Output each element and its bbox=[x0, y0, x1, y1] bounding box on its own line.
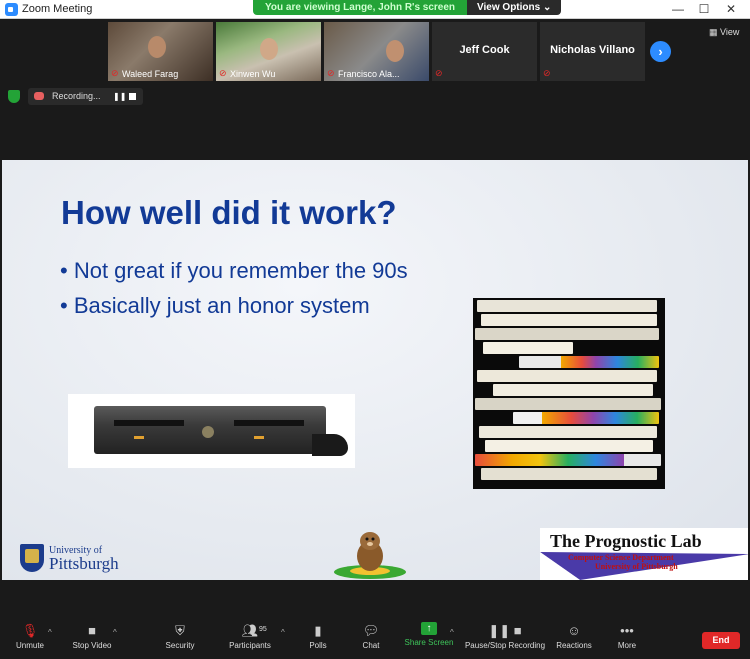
minimize-button[interactable]: — bbox=[668, 1, 688, 17]
pittsburgh-label: Pittsburgh bbox=[49, 554, 119, 573]
security-button[interactable]: ⛨ Security bbox=[160, 622, 200, 650]
slide-title: How well did it work? bbox=[61, 194, 397, 231]
participant-name: Jeff Cook bbox=[459, 44, 510, 56]
lab-university: University of Pittsburgh bbox=[595, 562, 678, 571]
polls-label: Polls bbox=[309, 641, 327, 650]
pitt-seal-icon bbox=[20, 544, 44, 572]
participant-tile[interactable]: ⊘ Xinwen Wu bbox=[216, 22, 321, 81]
polls-button[interactable]: ▮ Polls bbox=[303, 622, 333, 650]
view-button[interactable]: ▦ View bbox=[709, 27, 739, 38]
pause-stop-recording-button[interactable]: ❚❚ ■ Pause/Stop Recording bbox=[464, 622, 546, 650]
participant-name: Xinwen Wu bbox=[230, 69, 276, 79]
shared-screen: How well did it work? • Not great if you… bbox=[2, 160, 748, 580]
video-camera-icon: ■ bbox=[88, 623, 96, 638]
pause-stop-recording-label: Pause/Stop Recording bbox=[464, 641, 546, 650]
stop-video-button[interactable]: ■ Stop Video bbox=[68, 622, 116, 650]
polls-chart-icon: ▮ bbox=[314, 623, 322, 638]
reactions-label: Reactions bbox=[556, 641, 592, 650]
stop-recording-button[interactable] bbox=[129, 93, 136, 100]
unmute-label: Unmute bbox=[15, 641, 44, 650]
muted-mic-icon: 🎙︎ bbox=[21, 623, 39, 638]
participant-tile[interactable]: Jeff Cook ⊘ bbox=[432, 22, 537, 81]
participant-video bbox=[148, 36, 166, 58]
security-label: Security bbox=[165, 641, 195, 650]
participant-name: Waleed Farag bbox=[122, 69, 179, 79]
muted-mic-icon: ⊘ bbox=[327, 68, 335, 78]
share-screen-button[interactable]: ↑ Share Screen bbox=[404, 622, 454, 647]
security-shield-icon bbox=[8, 90, 20, 103]
next-page-icon[interactable]: › bbox=[650, 41, 671, 62]
vcr-body bbox=[94, 406, 326, 454]
shield-icon: ⛨ bbox=[175, 623, 185, 638]
recording-indicator: Recording... ❚❚ bbox=[28, 88, 143, 105]
bullet-text: Not great if you remember the 90s bbox=[73, 258, 408, 283]
meeting-toolbar: 🎙︎ Unmute ^ ■ Stop Video ^ ⛨ Security 👥︎… bbox=[0, 620, 750, 659]
vcr-image bbox=[68, 394, 355, 468]
lab-logo: The Prognostic Lab Computer Science Depa… bbox=[540, 528, 748, 580]
muted-mic-icon: ⊘ bbox=[111, 68, 119, 78]
slide-bullet: • Basically just an honor system bbox=[60, 293, 370, 318]
share-arrow-icon: ↑ bbox=[421, 622, 437, 635]
participant-video bbox=[386, 40, 404, 62]
stop-video-label: Stop Video bbox=[72, 641, 112, 650]
more-label: More bbox=[617, 641, 637, 650]
pause-recording-button[interactable]: ❚❚ bbox=[113, 92, 126, 101]
video-options-caret-icon[interactable]: ^ bbox=[113, 628, 117, 637]
participants-count: 95 bbox=[259, 626, 267, 633]
participant-tile[interactable]: Nicholas Villano ⊘ bbox=[540, 22, 645, 81]
close-button[interactable]: ✕ bbox=[721, 1, 741, 17]
window-title: Zoom Meeting bbox=[22, 3, 93, 15]
recording-label: Recording... bbox=[52, 91, 101, 101]
vhs-tapes-image bbox=[473, 298, 665, 489]
view-label: View bbox=[720, 27, 740, 37]
more-button[interactable]: ••• More bbox=[613, 622, 641, 650]
viewing-message: You are viewing Lange, John R's screen bbox=[253, 0, 468, 15]
lab-department: Computer Science Department bbox=[568, 553, 674, 562]
share-options-caret-icon[interactable]: ^ bbox=[450, 628, 454, 637]
end-meeting-button[interactable]: End bbox=[702, 632, 740, 649]
lab-title: The Prognostic Lab bbox=[550, 531, 702, 551]
groundhog-mascot bbox=[334, 532, 406, 579]
participants-options-caret-icon[interactable]: ^ bbox=[281, 628, 285, 637]
muted-mic-icon: ⊘ bbox=[219, 68, 227, 78]
chat-bubble-icon: 💬︎ bbox=[362, 623, 380, 638]
pause-stop-icon: ❚❚ ■ bbox=[488, 623, 522, 638]
more-dots-icon: ••• bbox=[620, 623, 634, 638]
muted-mic-icon: ⊘ bbox=[543, 68, 551, 78]
chat-button[interactable]: 💬︎ Chat bbox=[356, 622, 386, 650]
zoom-window: Zoom Meeting You are viewing Lange, John… bbox=[0, 0, 750, 659]
participant-name: Francisco Ala... bbox=[338, 69, 400, 79]
zoom-app-icon bbox=[5, 3, 18, 16]
grid-icon: ▦ bbox=[709, 27, 721, 37]
title-bar: Zoom Meeting You are viewing Lange, John… bbox=[0, 0, 750, 19]
participant-video bbox=[260, 38, 278, 60]
muted-mic-icon: ⊘ bbox=[435, 68, 443, 78]
maximize-button[interactable]: ☐ bbox=[694, 1, 714, 17]
chat-label: Chat bbox=[362, 641, 380, 650]
view-options-button[interactable]: View Options ⌄ bbox=[467, 0, 562, 15]
unmute-button[interactable]: 🎙︎ Unmute bbox=[10, 622, 50, 650]
viewing-banner: You are viewing Lange, John R's screen V… bbox=[253, 0, 562, 15]
recording-icon bbox=[34, 92, 44, 100]
share-screen-label: Share Screen bbox=[404, 638, 454, 647]
reactions-button[interactable]: ☺ Reactions bbox=[554, 622, 594, 650]
audio-options-caret-icon[interactable]: ^ bbox=[48, 628, 52, 637]
participant-tile[interactable]: ⊘ Francisco Ala... bbox=[324, 22, 429, 81]
participant-tile[interactable]: ⊘ Waleed Farag bbox=[108, 22, 213, 81]
slide-bullet: • Not great if you remember the 90s bbox=[60, 258, 408, 283]
participant-strip: ⊘ Waleed Farag ⊘ Xinwen Wu ⊘ Francisco A… bbox=[108, 22, 645, 81]
participants-label: Participants bbox=[229, 641, 271, 650]
reactions-smiley-icon: ☺ bbox=[567, 623, 581, 638]
participant-name: Nicholas Villano bbox=[550, 44, 635, 56]
bullet-text: Basically just an honor system bbox=[73, 293, 370, 318]
